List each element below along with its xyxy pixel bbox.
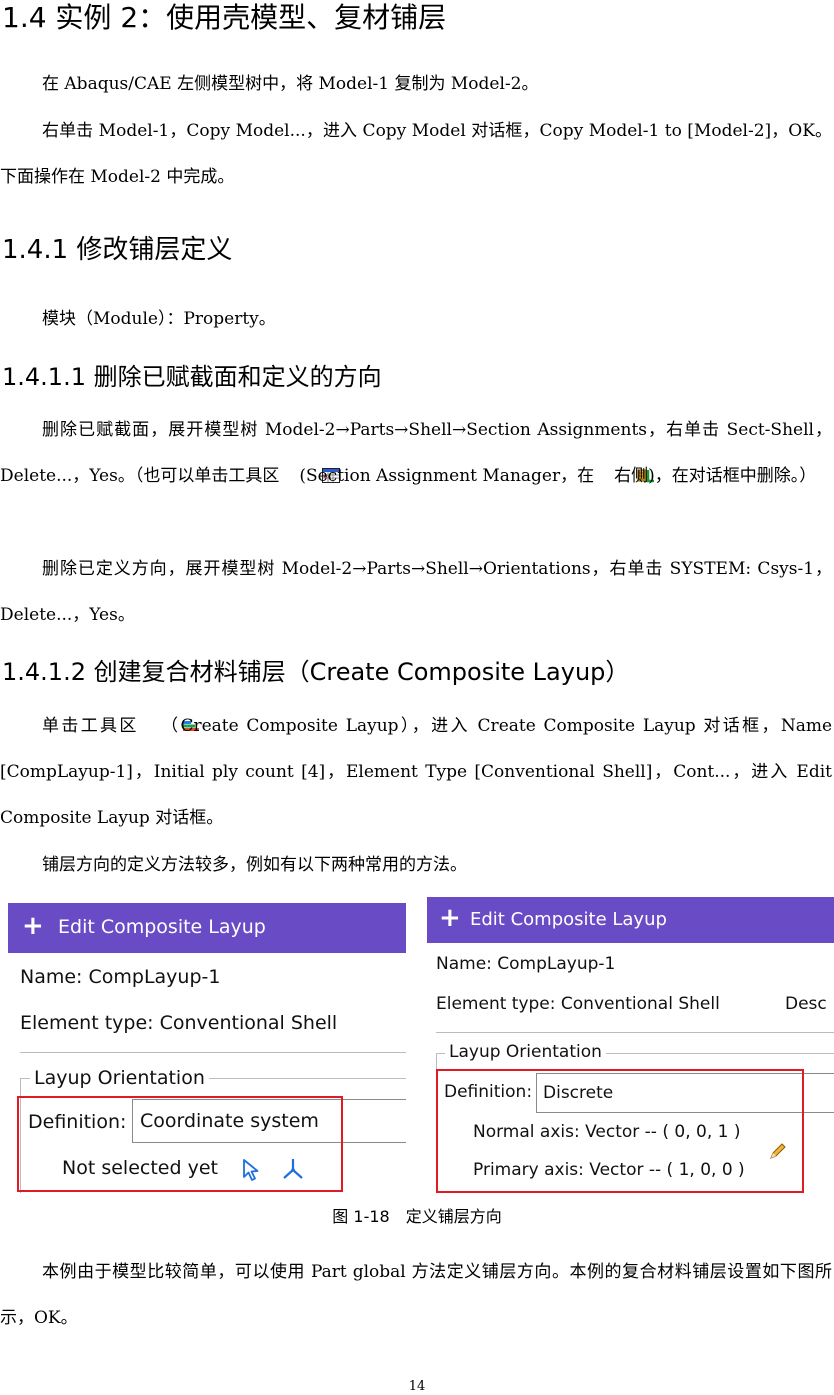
paragraph-copy-model-steps: 右单击 Model-1，Copy Model...，进入 Copy Model … [0,121,832,187]
paragraph-create-layup-text-a: 单击工具区 [42,716,139,736]
highlight-box [17,1096,343,1192]
layup-name-label: Name: CompLayup-1 [20,966,221,988]
dialog-title: Edit Composite Layup [58,916,266,938]
separator [20,1052,406,1053]
paragraph-methods: 铺层方向的定义方法较多，例如有以下两种常用的方法。 [42,855,467,875]
section-assignment-manager-icon [280,455,341,483]
layup-orientation-title: Layup Orientation [445,1042,606,1062]
paragraph-delete-section-text-b: (Section Assignment Manager，在 [299,466,595,486]
element-type-label: Element type: Conventional Shell [20,1012,338,1034]
dialog-title: Edit Composite Layup [470,909,667,930]
paragraph-create-layup: 单击工具区 （Create Composite Layup），进入 Create … [0,703,832,841]
paragraph-copy-model: 在 Abaqus/CAE 左侧模型树中，将 Model-1 复制为 Model-… [42,74,539,94]
highlight-box [436,1069,804,1193]
section-heading-1-4-1-1: 1.4.1.1 删除已赋截面和定义的方向 [2,363,382,391]
paragraph-delete-section: 删除已赋截面，展开模型树 Model-2→Parts→Shell→Section… [0,407,832,499]
layup-orientation-title: Layup Orientation [30,1067,209,1089]
layup-name-label: Name: CompLayup-1 [436,954,616,974]
section-heading-1-4-1: 1.4.1 修改铺层定义 [2,235,233,265]
section-heading-1-4-1-2: 1.4.1.2 创建复合材料铺层（Create Composite Layup） [2,658,630,686]
create-composite-layup-icon [140,705,199,731]
paragraph-part-global: 本例由于模型比较简单，可以使用 Part global 方法定义铺层方向。本例的… [0,1262,832,1328]
paragraph-delete-orientation: 删除已定义方向，展开模型树 Model-2→Parts→Shell→Orient… [0,559,832,625]
edit-composite-layup-dialog-coordinate: + Edit Composite Layup Name: CompLayup-1… [8,903,406,1193]
assign-section-icon [595,455,655,483]
element-type-label: Element type: Conventional Shell [436,994,720,1014]
description-label-cut: Desc [785,994,827,1014]
dialog-title-bar: + Edit Composite Layup [427,897,834,943]
page-number: 14 [408,1379,426,1394]
dialog-title-bar: + Edit Composite Layup [8,903,406,953]
separator [436,1032,834,1033]
section-heading-1-4: 1.4 实例 2：使用壳模型、复材铺层 [2,1,447,34]
paragraph-module: 模块（Module）：Property。 [42,309,276,329]
plus-icon: + [22,911,44,941]
edit-composite-layup-dialog-discrete: + Edit Composite Layup Name: CompLayup-1… [427,897,834,1193]
figure-caption: 图 1-18 定义铺层方向 [332,1207,502,1226]
plus-icon: + [439,903,461,933]
paragraph-delete-section-text-c: 右侧)，在对话框中删除。） [614,466,817,486]
